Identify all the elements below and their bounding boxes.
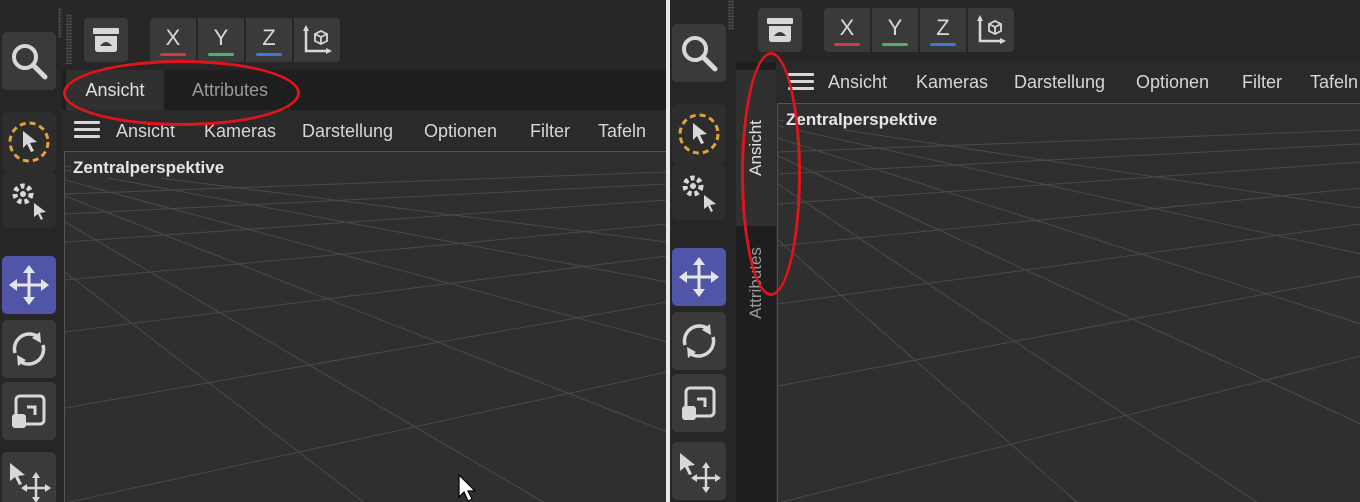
- search-button[interactable]: [2, 32, 56, 90]
- z-axis-underline: [930, 42, 956, 46]
- tool-settings-icon: [682, 175, 716, 212]
- rotate-tool-button[interactable]: [2, 320, 56, 378]
- grid-floor-left: [65, 165, 666, 502]
- rotate-tool-button-right[interactable]: [672, 312, 726, 370]
- coordinate-system-button[interactable]: [294, 18, 340, 62]
- z-axis-toggle[interactable]: Z: [246, 18, 292, 62]
- menu-tafeln[interactable]: Tafeln: [598, 121, 646, 142]
- live-selection-icon: [678, 113, 720, 155]
- mouse-cursor-icon: [458, 474, 477, 502]
- hamburger-menu-icon[interactable]: [74, 121, 100, 139]
- transform-tool-button-right[interactable]: [672, 442, 726, 500]
- y-axis-label: Y: [213, 24, 229, 50]
- scale-icon: [682, 386, 716, 420]
- rotate-icon: [12, 332, 46, 366]
- x-axis-underline: [834, 42, 860, 46]
- annotation-ellipse-vertical-tabs: [741, 52, 801, 296]
- z-axis-toggle-right[interactable]: Z: [920, 8, 966, 52]
- x-axis-label: X: [165, 24, 181, 50]
- annotation-ellipse-horizontal-tabs: [63, 60, 300, 126]
- search-icon: [682, 36, 718, 72]
- viewport-right[interactable]: Zentralperspektive: [777, 103, 1360, 502]
- tool-palette-right: [670, 0, 734, 502]
- live-selection-button-right[interactable]: [672, 104, 726, 164]
- menu-kameras[interactable]: Kameras: [916, 72, 988, 93]
- layout-icon: [767, 18, 793, 42]
- scale-icon: [12, 394, 46, 428]
- coordinate-system-icon: [977, 15, 1006, 44]
- rotate-icon: [682, 324, 716, 358]
- transform-icon: [680, 453, 721, 493]
- y-axis-toggle-right[interactable]: Y: [872, 8, 918, 52]
- menu-darstellung[interactable]: Darstellung: [1014, 72, 1105, 93]
- z-axis-underline: [256, 52, 282, 56]
- menu-darstellung[interactable]: Darstellung: [302, 121, 393, 142]
- move-tool-button[interactable]: [2, 256, 56, 314]
- tool-palette: [0, 0, 64, 502]
- viewport-label-left: Zentralperspektive: [71, 158, 227, 178]
- scale-tool-button[interactable]: [2, 382, 56, 440]
- transform-tool-button[interactable]: [2, 452, 56, 502]
- x-axis-toggle[interactable]: X: [150, 18, 196, 62]
- layout-icon: [93, 28, 119, 52]
- x-axis-underline: [160, 52, 186, 56]
- transform-icon: [10, 463, 51, 502]
- top-toolbar-right: X Y Z: [734, 0, 1360, 62]
- search-icon: [12, 44, 48, 80]
- x-axis-toggle-right[interactable]: X: [824, 8, 870, 52]
- live-selection-button[interactable]: [2, 112, 56, 172]
- y-axis-underline: [208, 52, 234, 56]
- tool-settings-button[interactable]: [2, 172, 56, 228]
- tool-settings-button-right[interactable]: [672, 164, 726, 220]
- move-icon: [9, 265, 49, 305]
- coordinate-system-button-right[interactable]: [968, 8, 1014, 52]
- menu-filter[interactable]: Filter: [530, 121, 570, 142]
- layout-button-right[interactable]: [758, 8, 802, 52]
- top-toolbar: X Y Z: [62, 0, 666, 70]
- menu-filter[interactable]: Filter: [1242, 72, 1282, 93]
- toolbar-grip[interactable]: [66, 14, 72, 64]
- left-panel: X Y Z Ansicht Attributes Ansicht Kameras…: [0, 0, 666, 502]
- viewport-left[interactable]: Zentralperspektive: [64, 151, 666, 502]
- menu-ansicht[interactable]: Ansicht: [828, 72, 887, 93]
- scale-tool-button-right[interactable]: [672, 374, 726, 432]
- coordinate-system-icon: [303, 25, 332, 54]
- x-axis-label: X: [839, 14, 855, 40]
- menu-optionen[interactable]: Optionen: [1136, 72, 1209, 93]
- z-axis-label: Z: [262, 24, 276, 50]
- menu-optionen[interactable]: Optionen: [424, 121, 497, 142]
- right-panel: X Y Z Ansicht Attributes Ansicht Kameras…: [670, 0, 1360, 502]
- z-axis-label: Z: [936, 14, 950, 40]
- viewport-menu-bar-right: Ansicht Kameras Darstellung Optionen Fil…: [776, 62, 1360, 102]
- y-axis-toggle[interactable]: Y: [198, 18, 244, 62]
- grid-floor-right: [778, 119, 1360, 502]
- move-tool-button-right[interactable]: [672, 248, 726, 306]
- y-axis-underline: [882, 42, 908, 46]
- live-selection-icon: [8, 121, 50, 163]
- viewport-label-right: Zentralperspektive: [784, 110, 940, 130]
- tool-settings-icon: [12, 183, 46, 220]
- y-axis-label: Y: [887, 14, 903, 40]
- search-button-right[interactable]: [672, 24, 726, 82]
- menu-tafeln[interactable]: Tafeln: [1310, 72, 1358, 93]
- move-icon: [679, 257, 719, 297]
- layout-button[interactable]: [84, 18, 128, 62]
